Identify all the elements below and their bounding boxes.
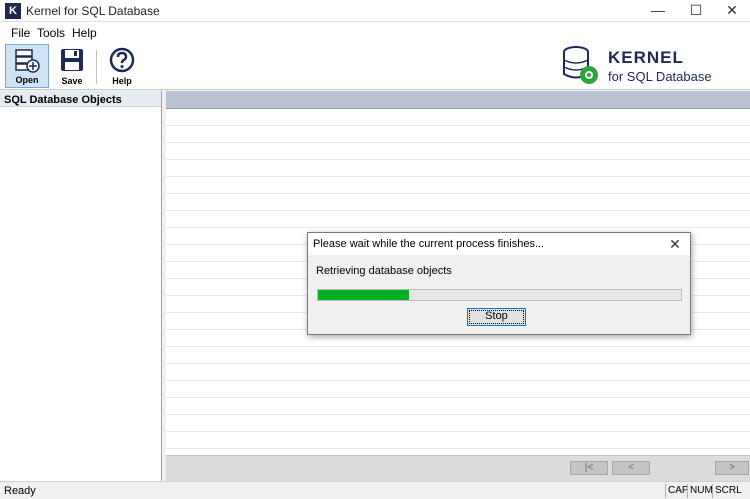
status-text: Ready: [4, 485, 36, 497]
grid-row-line: [166, 176, 750, 177]
brand-name: KERNEL: [608, 48, 684, 67]
open-label: Open: [15, 75, 39, 85]
grid-row-line: [166, 227, 750, 228]
previous-page-button[interactable]: <: [612, 461, 650, 475]
grid-row-line: [166, 346, 750, 347]
save-button[interactable]: Save: [50, 44, 94, 88]
brand-subtitle: for SQL Database: [608, 69, 712, 84]
grid-row-line: [166, 125, 750, 126]
dialog-title: Please wait while the current process fi…: [313, 238, 545, 250]
toolbar: Open Save Help KERNEL for SQL Database: [0, 42, 750, 90]
grid-row-line: [166, 210, 750, 211]
object-tree-panel[interactable]: SQL Database Objects: [0, 91, 162, 481]
grid-row-line: [166, 142, 750, 143]
first-page-button[interactable]: |<: [570, 461, 608, 475]
grid-row-line: [166, 397, 750, 398]
stop-button[interactable]: Stop: [467, 308, 526, 326]
save-label: Save: [61, 76, 83, 86]
grid-row-line: [166, 431, 750, 432]
app-icon: K: [5, 3, 21, 19]
toolbar-separator: [96, 50, 97, 84]
floppy-disk-icon: [61, 49, 83, 71]
progress-bar: [317, 289, 682, 301]
grid-row-line: [166, 414, 750, 415]
question-mark-icon: [109, 47, 135, 73]
menu-bar: File Tools Help: [0, 22, 750, 42]
status-bar: Ready CAP NUM SCRL: [0, 481, 750, 499]
database-gear-icon: [563, 46, 598, 84]
next-page-button[interactable]: >: [715, 461, 749, 475]
grid-row-line: [166, 380, 750, 381]
menu-tools[interactable]: Tools: [37, 26, 65, 40]
pager-bar: |< < >: [166, 455, 750, 481]
help-button[interactable]: Help: [100, 44, 144, 88]
menu-file[interactable]: File: [11, 26, 30, 40]
close-button[interactable]: ✕: [712, 0, 750, 22]
progress-dialog: Please wait while the current process fi…: [307, 232, 691, 335]
grid-row-line: [166, 448, 750, 449]
scroll-lock-indicator: SCRL: [712, 484, 744, 498]
title-bar: K Kernel for SQL Database — ☐ ✕: [0, 0, 750, 22]
dialog-close-icon[interactable]: ✕: [666, 235, 684, 253]
tree-header: SQL Database Objects: [0, 91, 161, 107]
brand-logo: KERNEL for SQL Database: [558, 44, 738, 88]
minimize-button[interactable]: —: [638, 0, 678, 22]
num-lock-indicator: NUM: [687, 484, 715, 498]
grid-row-line: [166, 363, 750, 364]
progress-fill: [318, 290, 409, 300]
dialog-title-bar: Please wait while the current process fi…: [308, 233, 690, 255]
help-label: Help: [112, 76, 132, 86]
menu-help[interactable]: Help: [72, 26, 97, 40]
open-button[interactable]: Open: [5, 44, 49, 88]
window-title: Kernel for SQL Database: [26, 4, 160, 18]
grid-header: [166, 91, 750, 109]
dialog-message: Retrieving database objects: [316, 265, 452, 277]
open-database-icon: [15, 49, 40, 73]
grid-row-line: [166, 193, 750, 194]
maximize-button[interactable]: ☐: [676, 0, 716, 22]
grid-row-line: [166, 159, 750, 160]
